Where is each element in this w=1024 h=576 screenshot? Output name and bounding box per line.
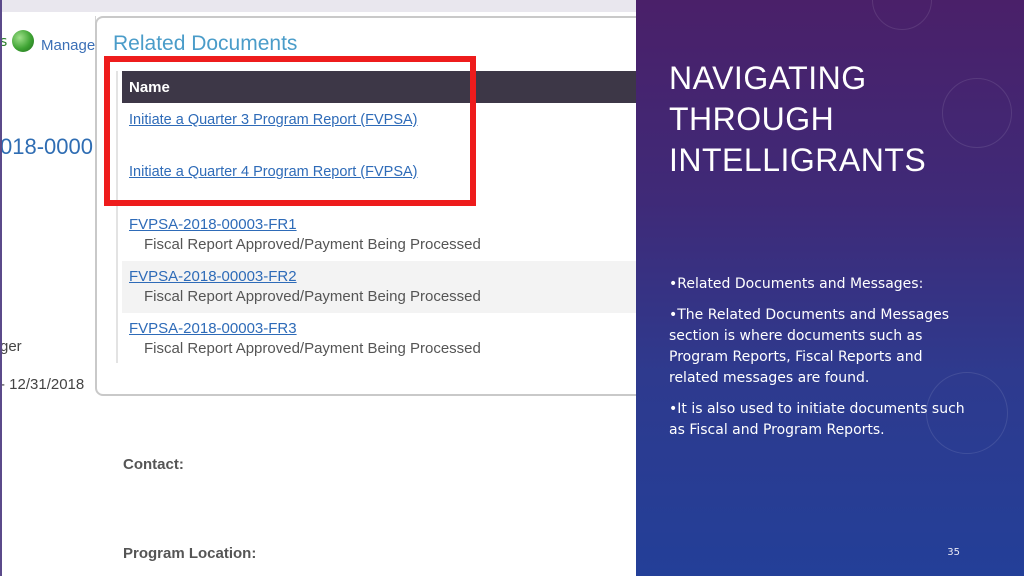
document-status: Fiscal Report Approved/Payment Being Pro…	[144, 236, 481, 253]
slide-title-line: NAVIGATING	[669, 60, 867, 96]
slide-title-line: THROUGH	[669, 101, 835, 137]
document-status: Fiscal Report Approved/Payment Being Pro…	[144, 288, 481, 305]
side-text-fragment: ger	[0, 338, 22, 355]
contact-label: Contact:	[123, 456, 184, 473]
embedded-screenshot: s Manage 018-0000 ger - 12/31/2018 Relat…	[0, 0, 636, 576]
page-number: 35	[947, 547, 960, 558]
table-row: FVPSA-2018-00003-FR2 Fiscal Report Appro…	[122, 261, 636, 313]
bullet-item: •The Related Documents and Messages sect…	[669, 307, 950, 386]
program-location-label: Program Location:	[123, 545, 257, 562]
document-link-fr2[interactable]: FVPSA-2018-00003-FR2	[129, 268, 297, 285]
slide-title: NAVIGATING THROUGH INTELLIGRANTS	[669, 58, 999, 181]
highlight-box	[104, 56, 476, 206]
document-link-fr3[interactable]: FVPSA-2018-00003-FR3	[129, 320, 297, 337]
slide-panel: NAVIGATING THROUGH INTELLIGRANTS •Relate…	[636, 0, 1024, 576]
document-status: Fiscal Report Approved/Payment Being Pro…	[144, 340, 481, 357]
date-range-fragment: - 12/31/2018	[0, 376, 85, 393]
decorative-circle	[872, 0, 932, 30]
slide-title-line: INTELLIGRANTS	[669, 142, 927, 178]
left-edge	[0, 0, 2, 576]
top-strip	[0, 0, 636, 12]
table-row: FVPSA-2018-00003-FR3 Fiscal Report Appro…	[122, 313, 636, 365]
document-number: 018-0000	[0, 134, 93, 159]
slide-bullets: •Related Documents and Messages: •The Re…	[669, 274, 965, 451]
document-link-fr1[interactable]: FVPSA-2018-00003-FR1	[129, 216, 297, 233]
table-row: FVPSA-2018-00003-FR1 Fiscal Report Appro…	[122, 209, 636, 261]
bullet-item: •Related Documents and Messages:	[669, 276, 924, 292]
green-globe-icon[interactable]	[12, 30, 34, 52]
bullet-item: •It is also used to initiate documents s…	[669, 401, 965, 438]
manage-link[interactable]: Manage	[41, 37, 95, 54]
panel-title: Related Documents	[113, 32, 298, 55]
